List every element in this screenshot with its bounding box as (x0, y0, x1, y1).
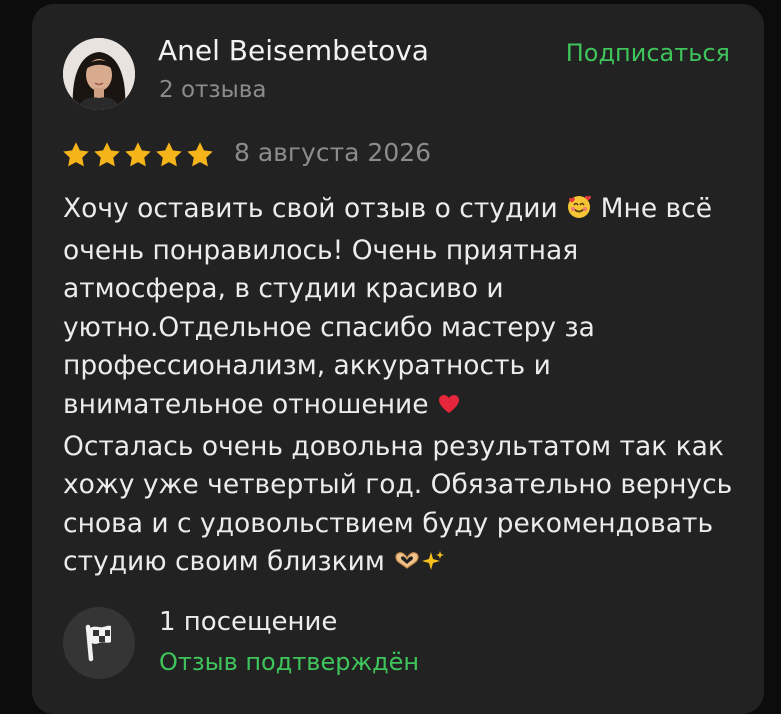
avatar[interactable] (63, 38, 135, 110)
flag-icon (85, 624, 111, 662)
smiling-face-with-hearts-icon (566, 193, 592, 232)
red-heart-icon (437, 389, 461, 428)
review-text: Хочу оставить свой отзыв о студии Мне вс… (63, 190, 735, 585)
star-icon (61, 140, 91, 170)
star-icon (154, 140, 184, 170)
author-name[interactable]: Anel Beisembetova (158, 34, 429, 67)
author-reviews-count: 2 отзыва (159, 77, 267, 103)
visits-count: 1 посещение (159, 607, 338, 637)
visit-flag-badge (63, 607, 135, 679)
review-card: Anel Beisembetova 2 отзыва Подписаться 8… (32, 4, 764, 714)
star-icon (185, 140, 215, 170)
sparkles-icon (421, 546, 445, 585)
star-icon (123, 140, 153, 170)
review-paragraph-2: Осталась очень довольна результатом так … (63, 428, 735, 585)
rating-stars (61, 140, 215, 170)
subscribe-button[interactable]: Подписаться (566, 39, 730, 67)
review-verified-label: Отзыв подтверждён (159, 648, 420, 676)
review-text-part: Мне всё очень понравилось! Очень приятна… (63, 193, 713, 420)
heart-hands-icon (393, 546, 421, 585)
review-text-part: Хочу оставить свой отзыв о студии (63, 193, 558, 224)
avatar-photo (63, 38, 135, 110)
review-paragraph-1: Хочу оставить свой отзыв о студии Мне вс… (63, 190, 735, 428)
review-date: 8 августа 2026 (234, 138, 432, 167)
star-icon (92, 140, 122, 170)
